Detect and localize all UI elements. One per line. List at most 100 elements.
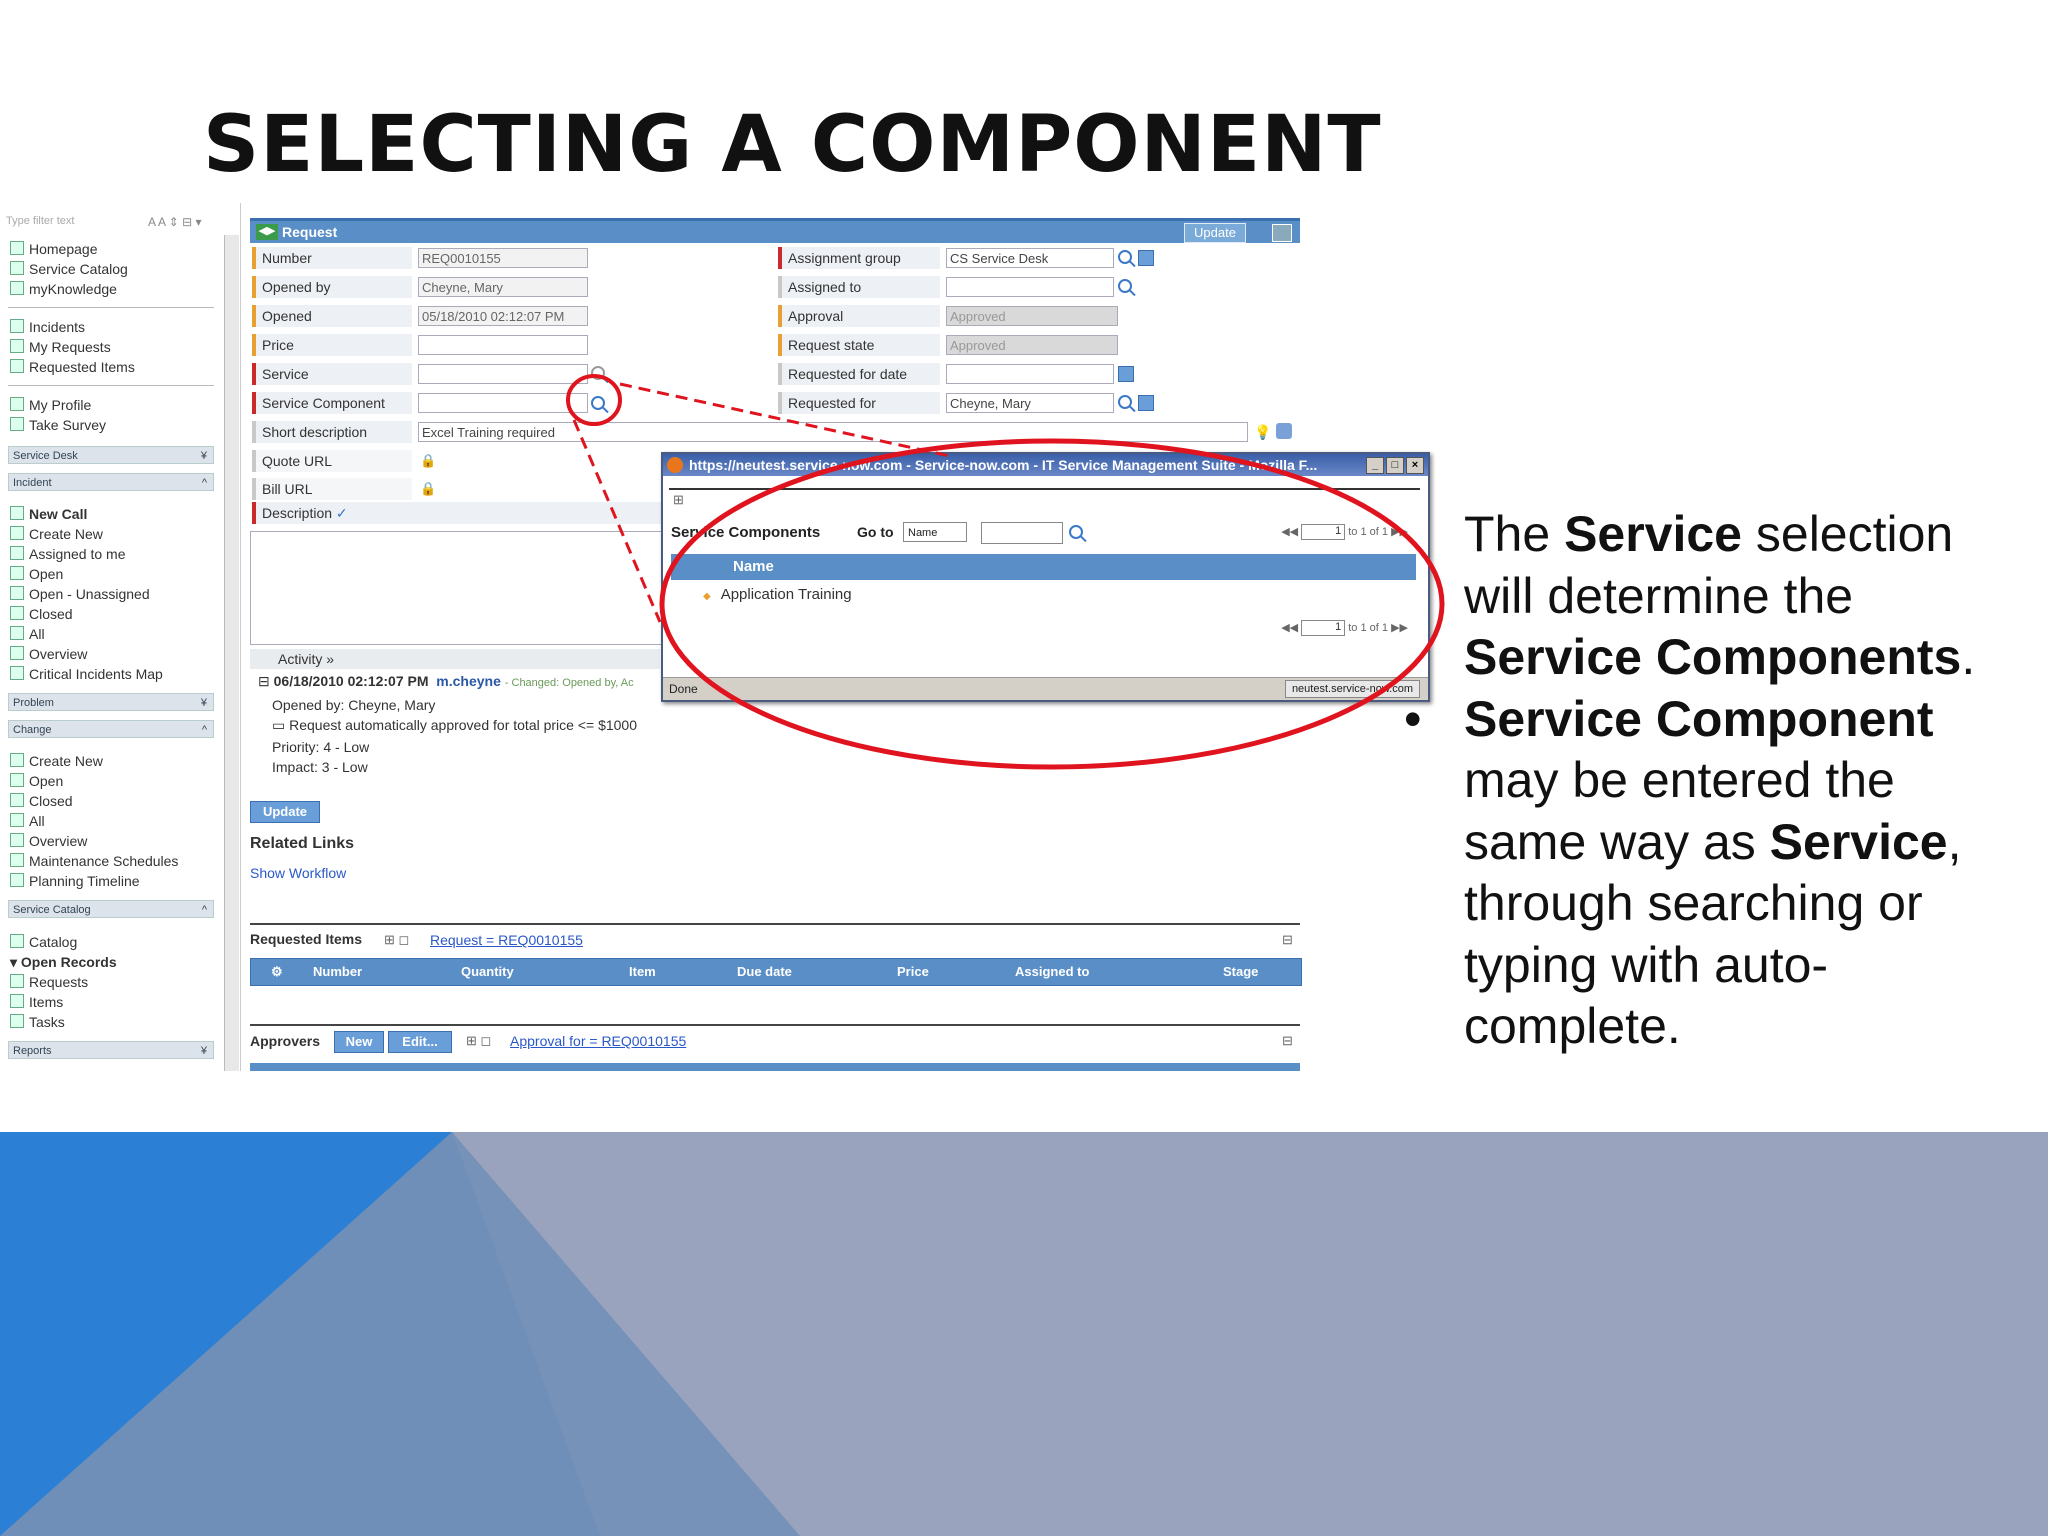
approval-select[interactable]: Approved — [946, 306, 1118, 326]
filter-toggle-icon[interactable]: ⊞ ◻ — [384, 932, 409, 948]
service-field[interactable] — [418, 364, 588, 384]
show-workflow-link[interactable]: Show Workflow — [250, 865, 346, 881]
form-context-icon[interactable]: ◀▶ — [256, 224, 278, 240]
nav-tools[interactable]: A A ⇕ ⊟ ▾ — [148, 215, 202, 229]
approvers-edit-button[interactable]: Edit... — [388, 1031, 452, 1053]
nav-change-closed[interactable]: Closed — [10, 793, 73, 809]
nav-incidents[interactable]: Incidents — [10, 319, 85, 335]
user-info-icon[interactable] — [1138, 395, 1154, 411]
filter-toggle-icon[interactable]: ⊞ ◻ — [466, 1033, 491, 1049]
first-page-icon[interactable]: ◀◀ — [1281, 526, 1298, 538]
opened-field[interactable]: 05/18/2010 02:12:07 PM — [418, 306, 588, 326]
nav-change-open[interactable]: Open — [10, 773, 63, 789]
col-price[interactable]: Price — [897, 964, 929, 979]
service-component-field[interactable] — [418, 393, 588, 413]
nav-all[interactable]: All — [10, 626, 45, 642]
nav-requests[interactable]: Requests — [10, 974, 88, 990]
service-search-icon[interactable] — [591, 366, 605, 380]
assignment-group-search-icon[interactable] — [1118, 250, 1132, 264]
nav-maintenance-schedules[interactable]: Maintenance Schedules — [10, 853, 178, 869]
first-page-icon[interactable]: ◀◀ — [1281, 622, 1298, 634]
nav-assigned-to-me[interactable]: Assigned to me — [10, 546, 126, 562]
nav-open[interactable]: Open — [10, 566, 63, 582]
nav-change-all[interactable]: All — [10, 813, 45, 829]
requested-for-date-field[interactable] — [946, 364, 1114, 384]
goto-field-select[interactable]: Name — [903, 522, 967, 542]
nav-homepage[interactable]: Homepage — [10, 241, 98, 257]
calendar-icon[interactable] — [1118, 366, 1134, 382]
lightbulb-icon[interactable]: 💡 — [1254, 424, 1271, 441]
page-input[interactable]: 1 — [1301, 524, 1346, 540]
nav-items[interactable]: Items — [10, 994, 63, 1010]
approval-filter-link[interactable]: Approval for = REQ0010155 — [510, 1033, 686, 1049]
short-description-field[interactable]: Excel Training required — [418, 422, 1248, 442]
nav-open-records[interactable]: ▾ Open Records — [10, 954, 117, 971]
filter-input[interactable]: Type filter text — [6, 215, 146, 233]
nav-my-requests[interactable]: My Requests — [10, 339, 111, 355]
update-button[interactable]: Update — [250, 801, 320, 823]
col-stage[interactable]: Stage — [1223, 964, 1258, 979]
assigned-to-search-icon[interactable] — [1118, 279, 1132, 293]
request-state-select[interactable]: Approved — [946, 335, 1118, 355]
nav-change-create-new[interactable]: Create New — [10, 753, 103, 769]
nav-open-unassigned[interactable]: Open - Unassigned — [10, 586, 150, 602]
opened-by-field[interactable]: Cheyne, Mary — [418, 277, 588, 297]
collapse-icon[interactable]: ⊟ — [1282, 932, 1293, 948]
goto-search-input[interactable] — [981, 522, 1063, 544]
assignment-group-field[interactable]: CS Service Desk — [946, 248, 1114, 268]
group-info-icon[interactable] — [1138, 250, 1154, 266]
collapse-icon[interactable]: ⊟ — [1282, 1033, 1293, 1049]
nav-section-problem[interactable]: Problem ¥ — [8, 693, 214, 711]
nav-planning-timeline[interactable]: Planning Timeline — [10, 873, 140, 889]
header-menu-icon[interactable] — [1272, 224, 1292, 242]
assigned-to-field[interactable] — [946, 277, 1114, 297]
nav-requested-items[interactable]: Requested Items — [10, 359, 135, 375]
nav-take-survey[interactable]: Take Survey — [10, 417, 106, 433]
number-field[interactable]: REQ0010155 — [418, 248, 588, 268]
nav-overview[interactable]: Overview — [10, 646, 87, 662]
page-input[interactable]: 1 — [1301, 620, 1346, 636]
nav-section-service-desk[interactable]: Service Desk ¥ — [8, 446, 214, 464]
nav-closed[interactable]: Closed — [10, 606, 73, 622]
list-item[interactable]: Application Training — [703, 586, 852, 603]
col-due-date[interactable]: Due date — [737, 964, 792, 979]
spellcheck-icon[interactable]: ✓ — [336, 505, 348, 521]
nav-section-reports[interactable]: Reports ¥ — [8, 1041, 214, 1059]
activity-header[interactable]: Activity » — [250, 649, 660, 669]
lock-icon[interactable]: 🔒 — [420, 453, 436, 469]
col-name[interactable]: Name — [733, 558, 774, 575]
col-quantity[interactable]: Quantity — [461, 964, 514, 979]
nav-section-incident[interactable]: Incident ^ — [8, 473, 214, 491]
nav-catalog[interactable]: Catalog — [10, 934, 77, 950]
next-page-icon[interactable]: ▶▶ — [1391, 622, 1408, 634]
header-update-button[interactable]: Update — [1184, 223, 1246, 243]
nav-scrollbar[interactable] — [224, 235, 239, 1071]
nav-myknowledge[interactable]: myKnowledge — [10, 281, 117, 297]
settings-icon[interactable]: ⚙ — [271, 964, 283, 980]
col-number[interactable]: Number — [313, 964, 362, 979]
nav-section-service-catalog[interactable]: Service Catalog ^ — [8, 900, 214, 918]
col-assigned-to[interactable]: Assigned to — [1015, 964, 1089, 979]
service-component-search-icon[interactable] — [591, 396, 605, 410]
col-item[interactable]: Item — [629, 964, 656, 979]
nav-critical-incidents-map[interactable]: Critical Incidents Map — [10, 666, 163, 682]
nav-new-call[interactable]: New Call — [10, 506, 87, 522]
minimize-icon[interactable]: _ — [1366, 457, 1384, 474]
next-page-icon[interactable]: ▶▶ — [1391, 526, 1408, 538]
popup-expand-icon[interactable]: ⊞ — [673, 492, 684, 508]
search-icon[interactable] — [1069, 525, 1083, 539]
nav-section-change[interactable]: Change ^ — [8, 720, 214, 738]
requested-for-search-icon[interactable] — [1118, 395, 1132, 409]
description-textarea[interactable] — [250, 531, 667, 645]
nav-my-profile[interactable]: My Profile — [10, 397, 91, 413]
close-icon[interactable]: × — [1406, 457, 1424, 474]
requested-for-field[interactable]: Cheyne, Mary — [946, 393, 1114, 413]
knowledge-icon[interactable] — [1276, 423, 1292, 439]
nav-change-overview[interactable]: Overview — [10, 833, 87, 849]
nav-service-catalog[interactable]: Service Catalog — [10, 261, 128, 277]
approvers-new-button[interactable]: New — [334, 1031, 384, 1053]
nav-create-new[interactable]: Create New — [10, 526, 103, 542]
maximize-icon[interactable]: □ — [1386, 457, 1404, 474]
request-filter-link[interactable]: Request = REQ0010155 — [430, 932, 583, 948]
nav-tasks[interactable]: Tasks — [10, 1014, 65, 1030]
